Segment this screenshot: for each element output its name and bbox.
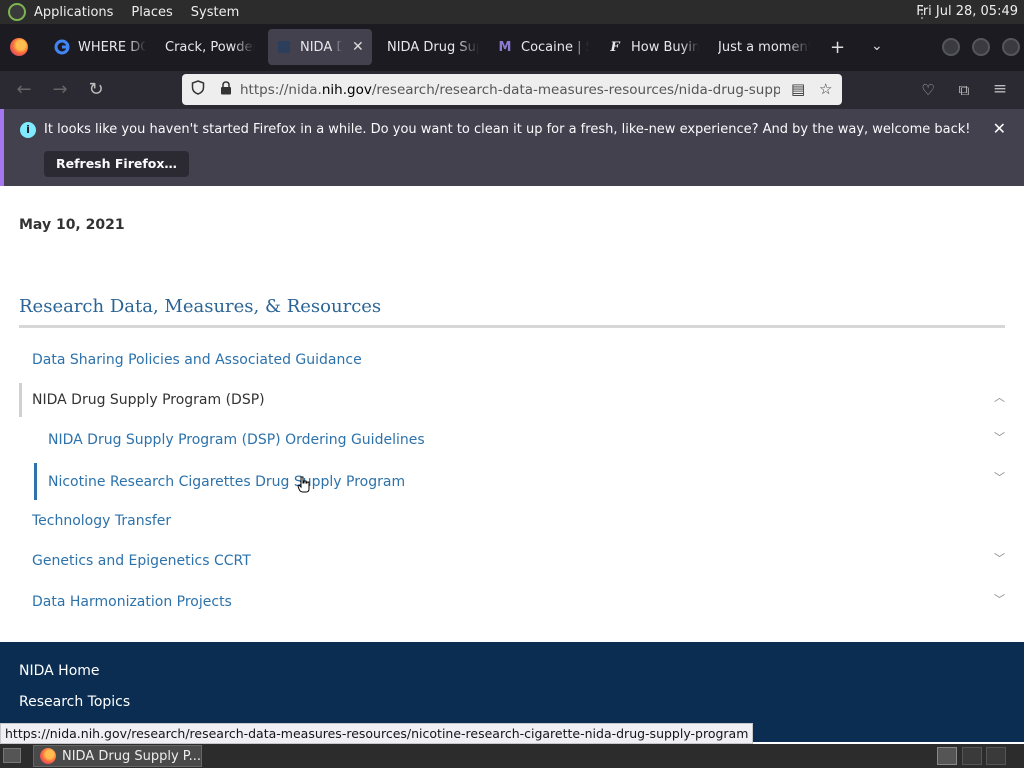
system-taskbar: NIDA Drug Supply P... xyxy=(0,744,1024,768)
tab-label: NIDA Dr xyxy=(300,39,342,55)
tab-label: NIDA Drug Sup xyxy=(387,39,479,55)
taskbar-task-label: NIDA Drug Supply P... xyxy=(62,748,201,764)
firefox-logo-icon xyxy=(10,38,28,56)
forward-arrow-icon[interactable]: → xyxy=(49,79,71,100)
current-section-bar xyxy=(19,383,22,417)
tab-nida-active[interactable]: NIDA Dr ✕ xyxy=(268,29,372,65)
chevron-down-icon[interactable]: ﹀ xyxy=(994,469,1005,485)
nida-favicon-icon xyxy=(276,39,292,55)
nav-item-label: Genetics and Epigenetics CCRT xyxy=(32,553,251,569)
lock-icon[interactable] xyxy=(212,80,240,99)
close-tab-icon[interactable]: ✕ xyxy=(352,39,364,55)
web-page-content: May 10, 2021 Research Data, Measures, & … xyxy=(0,186,1024,642)
back-arrow-icon[interactable]: ← xyxy=(13,79,35,100)
workspace-3-icon[interactable] xyxy=(986,747,1006,765)
url-path: /research/research-data-measures-resourc… xyxy=(371,81,780,98)
nav-item-label: Data Sharing Policies and Associated Gui… xyxy=(32,352,362,368)
bookmark-star-icon[interactable]: ☆ xyxy=(819,80,832,98)
tab-label: Just a moment xyxy=(718,39,810,55)
workspace-2-icon[interactable] xyxy=(962,747,982,765)
footer-link-nida-home[interactable]: NIDA Home xyxy=(19,663,100,679)
tab-label: Crack, Powder xyxy=(165,39,255,55)
browser-tab-strip: WHERE DO Crack, Powder NIDA Dr ✕ NIDA Dr… xyxy=(0,24,1024,71)
chevron-down-icon[interactable]: ﹀ xyxy=(994,429,1005,445)
publish-date: May 10, 2021 xyxy=(19,217,125,233)
tab-how-buying[interactable]: F How Buying xyxy=(607,29,699,65)
tab-label: How Buying xyxy=(631,39,699,55)
notification-message: It looks like you haven't started Firefo… xyxy=(44,122,971,137)
show-desktop-icon[interactable] xyxy=(3,748,21,763)
panel-clock[interactable]: Fri Jul 28, 05:49 xyxy=(916,4,1018,19)
url-prefix: https://nida. xyxy=(240,81,322,98)
chevron-down-icon[interactable]: ﹀ xyxy=(994,550,1005,566)
url-text: https://nida.nih.gov/research/research-d… xyxy=(240,82,780,98)
nav-item-nicotine-cigarettes[interactable]: Nicotine Research Cigarettes Drug Supply… xyxy=(19,463,1005,500)
tab-cocaine[interactable]: M Cocaine | S xyxy=(497,29,589,65)
nav-item-data-harmonization[interactable]: Data Harmonization Projects ﹀ xyxy=(19,585,1005,619)
nav-item-dsp-ordering[interactable]: NIDA Drug Supply Program (DSP) Ordering … xyxy=(19,423,1005,457)
footer-link-research-topics[interactable]: Research Topics xyxy=(19,694,130,710)
minimize-window-icon[interactable] xyxy=(942,38,960,56)
system-top-panel: Applications Places System Fri Jul 28, 0… xyxy=(0,0,1024,24)
section-title[interactable]: Research Data, Measures, & Resources xyxy=(19,296,381,317)
system-menu[interactable]: System xyxy=(191,5,239,20)
chevron-up-icon[interactable]: ︿ xyxy=(994,389,1005,405)
nav-item-label: NIDA Drug Supply Program (DSP) Ordering … xyxy=(48,432,425,448)
info-icon: i xyxy=(20,122,36,138)
nav-item-data-sharing[interactable]: Data Sharing Policies and Associated Gui… xyxy=(19,343,1005,377)
app-menu-hamburger-icon[interactable]: ≡ xyxy=(989,79,1011,99)
active-item-bar xyxy=(34,463,37,500)
refresh-firefox-button[interactable]: Refresh Firefox… xyxy=(44,151,189,177)
list-all-tabs-chevron-icon[interactable]: ⌄ xyxy=(871,38,883,54)
link-status-tooltip: https://nida.nih.gov/research/research-d… xyxy=(0,723,754,744)
places-menu[interactable]: Places xyxy=(131,5,172,20)
google-icon xyxy=(54,39,70,55)
maximize-window-icon[interactable] xyxy=(972,38,990,56)
nav-item-label: Data Harmonization Projects xyxy=(32,594,232,610)
firefox-view-button[interactable] xyxy=(10,29,32,65)
firefox-refresh-notification: i It looks like you haven't started Fire… xyxy=(0,109,1024,186)
f-favicon-icon: F xyxy=(610,39,620,55)
workspace-firefox-icon[interactable] xyxy=(937,747,957,765)
nav-item-label: NIDA Drug Supply Program (DSP) xyxy=(32,392,265,408)
nav-item-label: Nicotine Research Cigarettes Drug Supply… xyxy=(48,473,406,490)
chevron-down-icon[interactable]: ﹀ xyxy=(994,591,1005,607)
distro-logo-icon[interactable] xyxy=(8,3,26,21)
tab-where-do[interactable]: WHERE DO xyxy=(54,29,146,65)
hand-cursor-icon xyxy=(297,476,310,493)
url-host: nih.gov xyxy=(321,81,372,98)
tab-label: WHERE DO xyxy=(78,39,146,55)
new-tab-plus-icon[interactable]: + xyxy=(830,37,845,58)
address-bar[interactable]: https://nida.nih.gov/research/research-d… xyxy=(182,74,842,105)
firefox-logo-icon xyxy=(40,748,56,764)
extensions-puzzle-icon[interactable]: ⧉ xyxy=(953,81,975,99)
tab-crack-powder[interactable]: Crack, Powder xyxy=(165,29,255,65)
tab-just-a-moment[interactable]: Just a moment xyxy=(718,29,810,65)
taskbar-firefox-window[interactable]: NIDA Drug Supply P... xyxy=(33,745,202,767)
reload-icon[interactable]: ↻ xyxy=(85,79,107,100)
browser-nav-bar: ← → ↻ https://nida.nih.gov/research/rese… xyxy=(0,71,1024,109)
close-window-icon[interactable] xyxy=(1002,38,1020,56)
tab-nida-drug-supply[interactable]: NIDA Drug Sup xyxy=(387,29,479,65)
nav-item-nida-dsp[interactable]: NIDA Drug Supply Program (DSP) ︿ xyxy=(19,383,1005,417)
reader-view-icon[interactable]: ▤ xyxy=(791,80,805,98)
applications-menu[interactable]: Applications xyxy=(34,5,113,20)
section-divider xyxy=(19,325,1005,328)
tracking-shield-icon[interactable] xyxy=(184,80,212,99)
m-favicon-icon: M xyxy=(498,39,512,55)
nav-item-technology-transfer[interactable]: Technology Transfer xyxy=(19,504,1005,538)
tab-label: Cocaine | S xyxy=(521,39,589,55)
nav-item-label: Technology Transfer xyxy=(32,513,172,529)
pocket-icon[interactable]: ♡ xyxy=(917,81,939,99)
close-notification-icon[interactable]: ✕ xyxy=(993,119,1006,138)
nav-item-genetics-ccrt[interactable]: Genetics and Epigenetics CCRT ﹀ xyxy=(19,544,1005,578)
